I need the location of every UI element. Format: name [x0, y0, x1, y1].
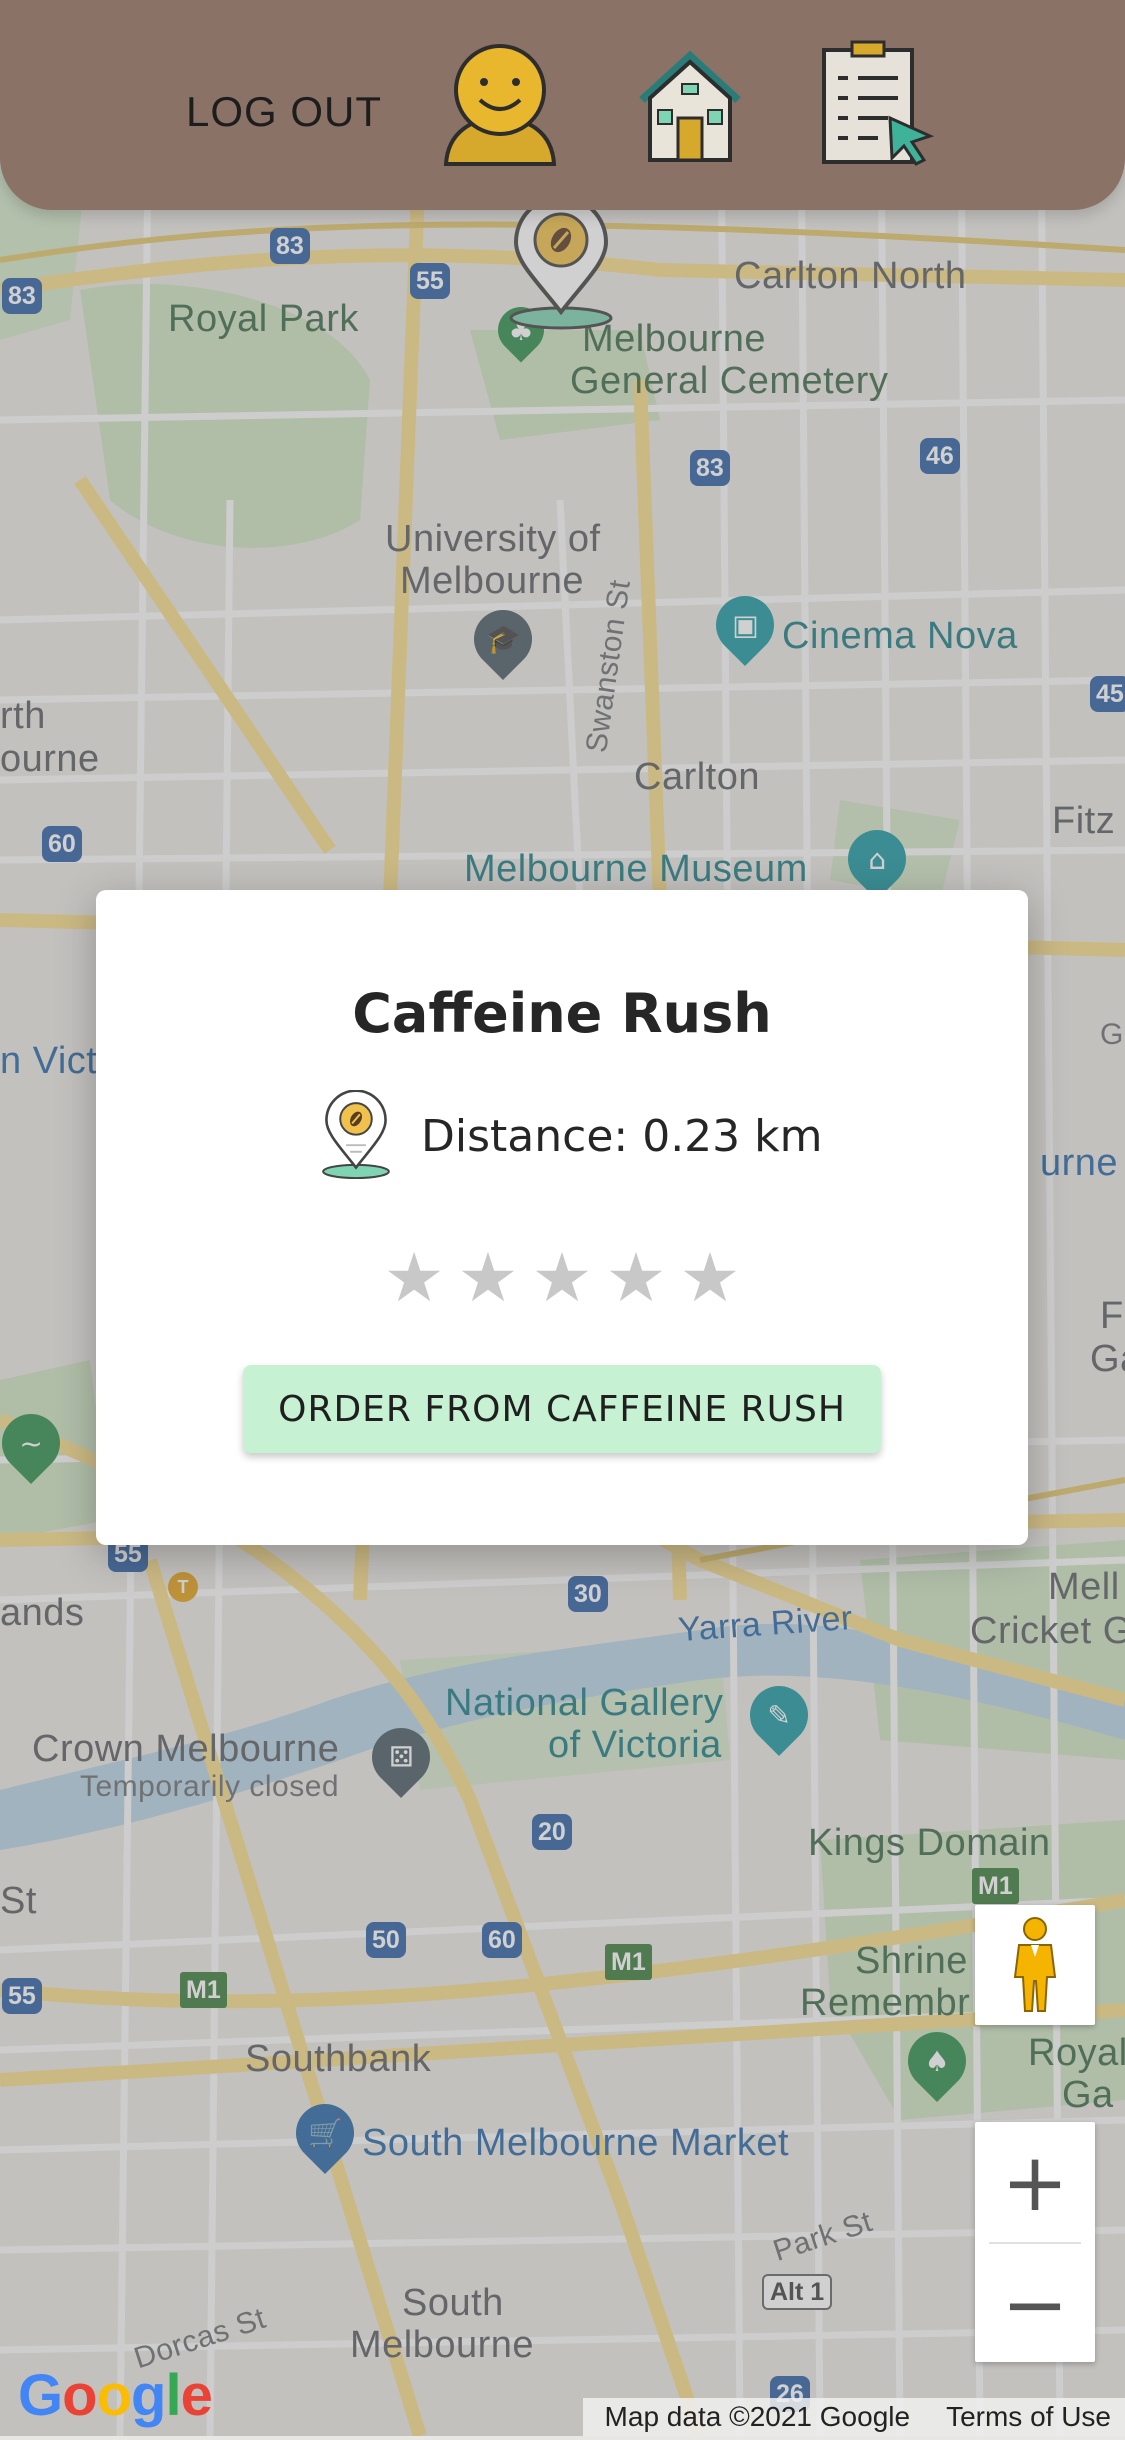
zoom-out-button[interactable]: − — [975, 2244, 1095, 2364]
google-logo-letter: g — [131, 2363, 166, 2428]
google-logo: Google — [18, 2362, 213, 2429]
store-info-dialog: Caffeine Rush Distance: 0.23 km ★ ★ ★ ★ … — [96, 890, 1028, 1545]
star-icon[interactable]: ★ — [532, 1245, 593, 1313]
distance-row: Distance: 0.23 km — [319, 1090, 823, 1182]
star-icon[interactable]: ★ — [458, 1245, 519, 1313]
street-view-button[interactable] — [975, 1905, 1095, 2025]
zoom-in-button[interactable]: + — [975, 2122, 1095, 2242]
google-logo-letter: o — [62, 2363, 97, 2428]
star-icon[interactable]: ★ — [384, 1245, 445, 1313]
zoom-control: + − — [975, 2122, 1095, 2362]
map-attribution: Map data ©2021 Google Terms of Use — [582, 2398, 1125, 2436]
home-store-icon[interactable] — [628, 40, 752, 170]
store-name: Caffeine Rush — [352, 982, 772, 1045]
star-icon[interactable]: ★ — [605, 1245, 666, 1313]
star-icon[interactable]: ★ — [679, 1245, 740, 1313]
terms-of-use-link[interactable]: Terms of Use — [946, 2401, 1111, 2433]
distance-text: Distance: 0.23 km — [421, 1110, 823, 1162]
profile-face-icon[interactable] — [438, 40, 562, 170]
google-logo-letter: o — [96, 2363, 132, 2428]
top-nav-bar: LOG OUT — [0, 0, 1125, 210]
google-logo-letter: l — [165, 2363, 181, 2428]
order-list-icon[interactable] — [818, 40, 942, 170]
logout-button[interactable]: LOG OUT — [186, 88, 382, 136]
coffee-location-pin-icon — [322, 1090, 390, 1180]
google-logo-letter: G — [18, 2363, 63, 2428]
attribution-text: Map data ©2021 Google — [604, 2401, 911, 2432]
rating-stars[interactable]: ★ ★ ★ ★ ★ — [96, 1245, 1028, 1313]
google-logo-letter: e — [180, 2363, 213, 2428]
pegman-icon — [1013, 1917, 1057, 2012]
order-button[interactable]: ORDER FROM CAFFEINE RUSH — [243, 1365, 881, 1453]
